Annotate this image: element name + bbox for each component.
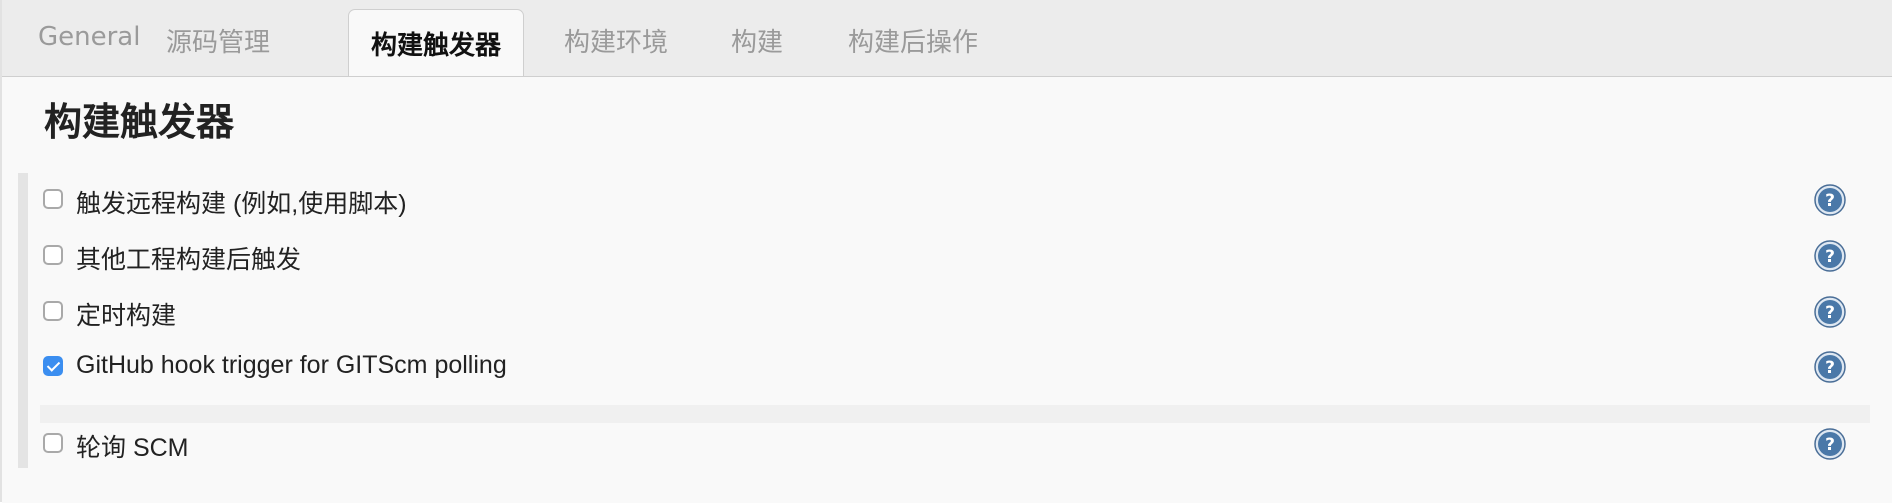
- tab-build-triggers[interactable]: 构建触发器: [348, 9, 525, 76]
- tab-post-build-actions[interactable]: 构建后操作: [848, 22, 978, 59]
- tab-build[interactable]: 构建: [731, 22, 783, 59]
- svg-text:?: ?: [1825, 435, 1835, 455]
- trigger-row-periodic: 定时构建 ?: [40, 292, 1850, 336]
- svg-text:?: ?: [1825, 303, 1835, 323]
- trigger-checkbox-upstream[interactable]: [43, 245, 63, 265]
- trigger-checkbox-github-hook[interactable]: [43, 356, 63, 376]
- svg-text:?: ?: [1825, 191, 1835, 211]
- trigger-row-github-hook: GitHub hook trigger for GITScm polling ?: [40, 347, 1850, 391]
- help-icon[interactable]: ?: [1814, 351, 1846, 383]
- trigger-label-upstream[interactable]: 其他工程构建后触发: [76, 240, 301, 276]
- trigger-label-github-hook[interactable]: GitHub hook trigger for GITScm polling: [76, 351, 507, 380]
- trigger-label-remote[interactable]: 触发远程构建 (例如,使用脚本): [76, 184, 407, 220]
- section-indent-bar: [18, 173, 28, 468]
- tab-build-environment[interactable]: 构建环境: [564, 22, 668, 59]
- trigger-row-upstream: 其他工程构建后触发 ?: [40, 236, 1850, 280]
- help-icon[interactable]: ?: [1814, 184, 1846, 216]
- trigger-row-remote: 触发远程构建 (例如,使用脚本) ?: [40, 180, 1850, 224]
- job-config-panel: General 源码管理 构建触发器 构建环境 构建 构建后操作 构建触发器 触…: [0, 0, 1892, 503]
- trigger-label-poll-scm[interactable]: 轮询 SCM: [76, 428, 189, 464]
- trigger-checkbox-poll-scm[interactable]: [43, 433, 63, 453]
- section-title: 构建触发器: [44, 100, 235, 144]
- tab-general[interactable]: General: [38, 22, 140, 52]
- trigger-checkbox-remote[interactable]: [43, 189, 63, 209]
- row-highlight-strip: [40, 405, 1870, 423]
- trigger-checkbox-periodic[interactable]: [43, 301, 63, 321]
- svg-text:?: ?: [1825, 247, 1835, 267]
- tab-bar: General 源码管理 构建触发器 构建环境 构建 构建后操作: [2, 0, 1892, 77]
- trigger-row-poll-scm: 轮询 SCM ?: [40, 424, 1850, 468]
- trigger-label-periodic[interactable]: 定时构建: [76, 296, 176, 332]
- svg-text:?: ?: [1825, 358, 1835, 378]
- tab-source-control[interactable]: 源码管理: [166, 22, 270, 59]
- help-icon[interactable]: ?: [1814, 296, 1846, 328]
- help-icon[interactable]: ?: [1814, 240, 1846, 272]
- help-icon[interactable]: ?: [1814, 428, 1846, 460]
